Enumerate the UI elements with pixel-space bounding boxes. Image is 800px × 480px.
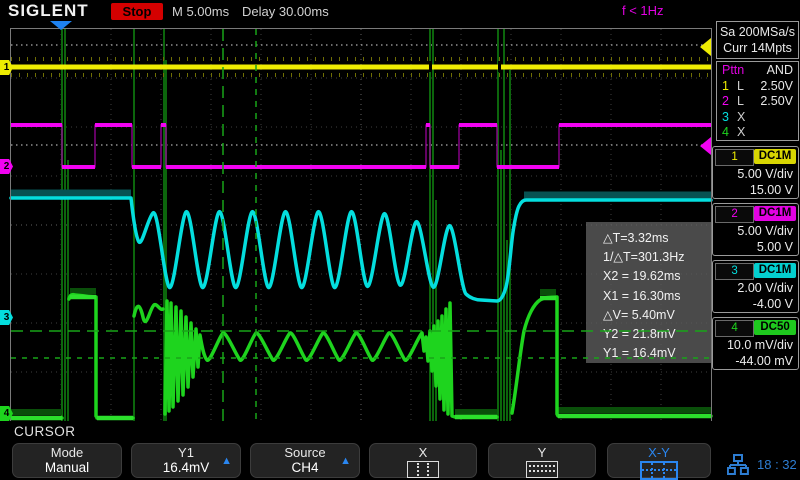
x-cursors-icon — [407, 461, 439, 478]
pattern-row-ch3: 3 X — [722, 109, 746, 124]
memory-depth: Curr 14Mpts — [723, 41, 792, 55]
adjust-arrow-icon: ▲ — [221, 455, 232, 467]
clock: 18 : 32 — [757, 457, 797, 472]
xy-cursors-button[interactable]: X-Y — [607, 443, 711, 480]
pattern-trigger-box: Pttn AND 1 L 2.50V 2 L 2.50V 3 X 4 X — [716, 61, 799, 141]
y-cursors-button[interactable]: Y — [488, 443, 596, 478]
pattern-trigger-logic: AND — [766, 63, 793, 77]
ch1-info-box[interactable]: 1 DC1M 5.00 V/div 15.00 V — [712, 146, 799, 199]
source-button[interactable]: Source CH4 ▲ — [250, 443, 360, 478]
cursor-x2: X2 = 19.62ms — [603, 269, 681, 284]
ch2-offset: 5.00 V — [756, 240, 793, 254]
pattern-row-ch2: 2 L 2.50V — [722, 94, 793, 108]
cursor-inv-delta-t: 1/△T=301.3Hz — [603, 250, 685, 265]
ch4-info-box[interactable]: 4 DC50 10.0 mV/div -44.00 mV — [712, 317, 799, 370]
cursor-delta-t: △T=3.32ms — [603, 231, 669, 245]
ch2-scale: 5.00 V/div — [737, 224, 793, 238]
mode-button[interactable]: Mode Manual — [12, 443, 122, 478]
delay-readout: Delay 30.00ms — [242, 4, 329, 19]
ch4-coupling-badge: DC50 — [754, 320, 796, 335]
timebase-readout: M 5.00ms — [172, 4, 230, 19]
trigger-frequency-readout: f < 1Hz — [622, 3, 664, 18]
acquisition-info-box: Sa 200MSa/s Curr 14Mpts — [716, 21, 799, 59]
ch4-offset: -44.00 mV — [735, 354, 793, 368]
ch4-number: 4 — [715, 320, 755, 337]
y-cursors-icon — [526, 461, 558, 478]
cursor-y1: Y1 = 16.4mV — [603, 346, 676, 361]
pattern-trigger-title: Pttn — [722, 63, 745, 77]
ch3-number: 3 — [715, 263, 755, 280]
ch3-offset: -4.00 V — [752, 297, 793, 311]
cursor-delta-v: △V= 5.40mV — [603, 307, 675, 322]
ch1-coupling-badge: DC1M — [754, 149, 796, 164]
sample-rate: Sa 200MSa/s — [719, 25, 796, 39]
pattern-row-ch1: 1 L 2.50V — [722, 78, 793, 93]
xy-cursors-icon — [640, 461, 678, 480]
ch1-glitch-notch — [498, 61, 501, 72]
ch1-offset: 15.00 V — [749, 183, 793, 197]
ch2-number: 2 — [715, 206, 755, 223]
ch1-glitch-notch — [429, 61, 432, 72]
y1-value-button[interactable]: Y1 16.4mV ▲ — [131, 443, 241, 478]
pattern-row-ch4: 4 X — [722, 125, 746, 139]
cursor-x1: X1 = 16.30ms — [603, 288, 681, 303]
brand-logo: SIGLENT — [8, 1, 89, 20]
cursor-readout-box: △T=3.32ms 1/△T=301.3Hz X2 = 19.62ms X1 =… — [586, 222, 711, 363]
cursor-y2: Y2 = 21.8mV — [603, 327, 676, 342]
acquisition-status-badge[interactable]: Stop — [111, 3, 163, 20]
ch1-number: 1 — [715, 149, 755, 166]
lan-network-icon — [727, 454, 749, 475]
ch2-info-box[interactable]: 2 DC1M 5.00 V/div 5.00 V — [712, 203, 799, 256]
ch2-coupling-badge: DC1M — [754, 206, 796, 221]
ch2-trace — [11, 123, 711, 169]
ch3-scale: 2.00 V/div — [737, 281, 793, 295]
x-cursors-button[interactable]: X — [369, 443, 477, 478]
ch1-scale: 5.00 V/div — [737, 167, 793, 181]
adjust-arrow-icon: ▲ — [340, 455, 351, 467]
menu-title: CURSOR — [14, 424, 76, 439]
ch4-scale: 10.0 mV/div — [726, 338, 793, 352]
ch3-info-box[interactable]: 3 DC1M 2.00 V/div -4.00 V — [712, 260, 799, 313]
status-bar: SIGLENT Stop M 5.00ms Delay 30.00ms f < … — [0, 0, 800, 21]
ch2-trace-edges — [11, 124, 711, 168]
ch3-coupling-badge: DC1M — [754, 263, 796, 278]
